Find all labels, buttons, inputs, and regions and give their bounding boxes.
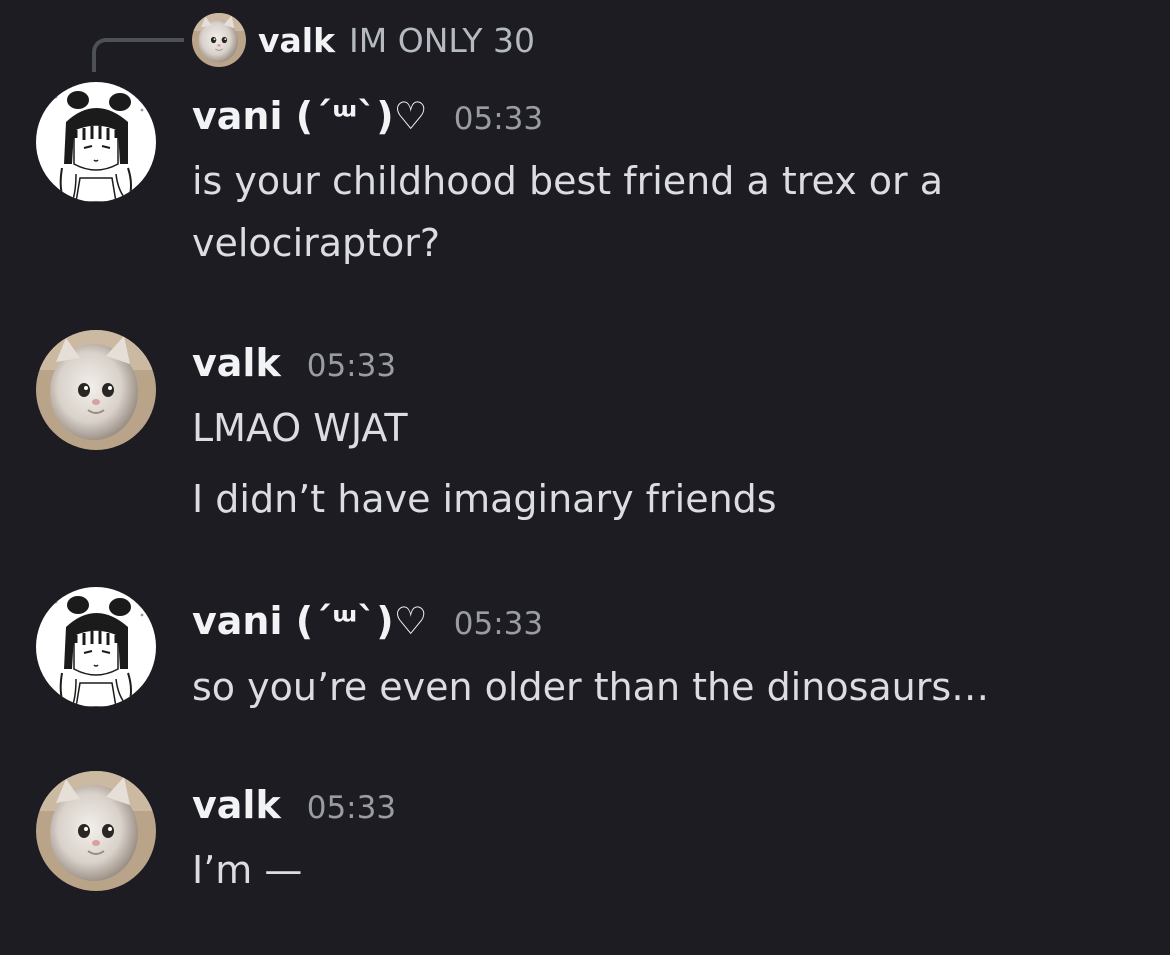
anime-girl-avatar-icon[interactable]: [36, 82, 156, 202]
chat-log: valk IM ONLY 30 vani (´ᵚ`)♡ 05:33 is you…: [0, 0, 1170, 955]
message-header: valk 05:33: [192, 341, 396, 385]
reply-text: IM ONLY 30: [349, 20, 536, 60]
reply-preview[interactable]: valk IM ONLY 30: [192, 12, 535, 68]
message-timestamp: 05:33: [306, 790, 397, 826]
message-header: valk 05:33: [192, 783, 396, 827]
cat-avatar-icon[interactable]: [36, 330, 156, 450]
message-text: I’m —: [192, 848, 303, 892]
message-text: LMAO WJAT: [192, 406, 408, 450]
message-author[interactable]: vani (´ᵚ`)♡: [192, 94, 428, 138]
message-timestamp: 05:33: [453, 101, 544, 137]
message-timestamp: 05:33: [453, 606, 544, 642]
message-text: so you’re even older than the dinosaurs…: [192, 665, 990, 709]
message-timestamp: 05:33: [306, 348, 397, 384]
message-author[interactable]: valk: [192, 341, 281, 385]
cat-avatar-icon: [192, 13, 246, 67]
anime-girl-avatar-icon[interactable]: [36, 587, 156, 707]
message-text: is your childhood best friend a trex or …: [192, 159, 944, 203]
message-text: I didn’t have imaginary friends: [192, 477, 777, 521]
message-header: vani (´ᵚ`)♡ 05:33: [192, 599, 543, 643]
message-author[interactable]: valk: [192, 783, 281, 827]
message-text: velociraptor?: [192, 221, 441, 265]
cat-avatar-icon[interactable]: [36, 771, 156, 891]
reply-author[interactable]: valk: [258, 21, 335, 60]
message-author[interactable]: vani (´ᵚ`)♡: [192, 599, 428, 643]
reply-connector-line: [92, 38, 184, 72]
message-header: vani (´ᵚ`)♡ 05:33: [192, 94, 543, 138]
